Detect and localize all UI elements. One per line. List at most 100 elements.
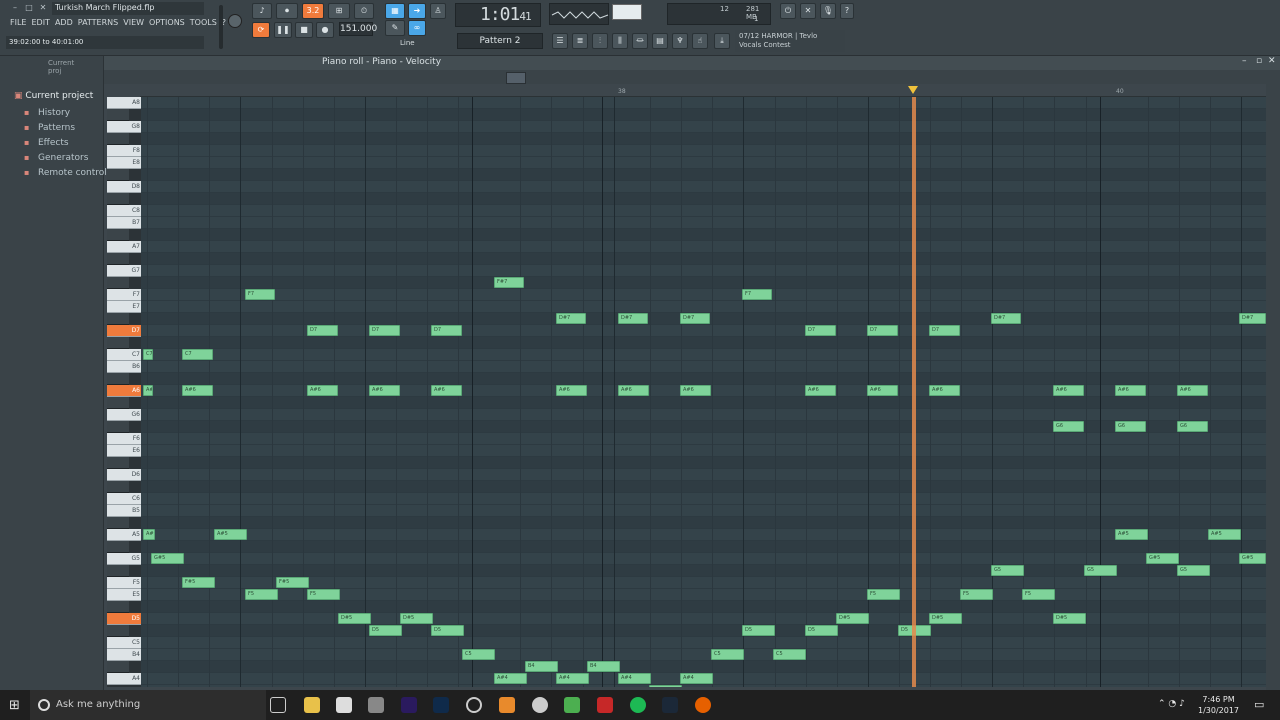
piano-key[interactable]: · [107, 337, 129, 349]
piano-key[interactable]: E7 [107, 301, 141, 313]
note[interactable]: F#5 [276, 577, 309, 588]
note[interactable]: G6 [1177, 421, 1208, 432]
piano-roll-path[interactable]: Piano roll - Piano - Velocity [322, 57, 441, 67]
note[interactable]: D7 [431, 325, 462, 336]
piano-key[interactable]: · [107, 193, 129, 205]
note[interactable]: D#7 [991, 313, 1021, 324]
note[interactable]: F5 [960, 589, 993, 600]
note[interactable]: D7 [369, 325, 400, 336]
note[interactable]: D#5 [836, 613, 869, 624]
browser-root[interactable]: ▣ Current project [14, 91, 93, 101]
note[interactable]: G5 [991, 565, 1024, 576]
pattern-selector[interactable]: Pattern 2 [457, 33, 543, 49]
piano-key[interactable]: C5 [107, 637, 141, 649]
minimize-window-icon[interactable]: – [1242, 56, 1247, 66]
midi-icon[interactable]: ▦ [385, 3, 405, 19]
note[interactable]: D#7 [618, 313, 648, 324]
piano-key[interactable]: · [107, 541, 129, 553]
note[interactable]: A#4 [494, 673, 527, 684]
note[interactable]: F5 [1022, 589, 1055, 600]
menu-tools[interactable]: TOOLS [190, 18, 217, 31]
note[interactable]: D#5 [929, 613, 962, 624]
piano-key[interactable]: · [107, 397, 129, 409]
piano-key[interactable]: B6 [107, 361, 141, 373]
pause-button[interactable]: ❚❚ [274, 22, 292, 38]
tempo-display[interactable]: 151.000 [339, 22, 377, 36]
piano-key[interactable]: E5 [107, 589, 141, 601]
note[interactable]: C5 [711, 649, 744, 660]
notifications-icon[interactable]: ▭ [1254, 698, 1264, 711]
note[interactable]: G6 [1053, 421, 1084, 432]
piano-key[interactable]: C8 [107, 205, 141, 217]
metronome-icon[interactable]: ♙ [430, 3, 446, 19]
note[interactable]: A#6 [929, 385, 960, 396]
note[interactable]: D7 [307, 325, 338, 336]
note[interactable]: A#6 [1115, 385, 1146, 396]
piano-key[interactable]: D7 [107, 325, 141, 337]
search-box[interactable]: Ask me anything [30, 690, 266, 720]
download-icon[interactable]: ⤓ [714, 33, 730, 49]
note[interactable]: G#5 [151, 553, 184, 564]
playlist-icon[interactable]: ☰ [552, 33, 568, 49]
menu-add[interactable]: ADD [55, 18, 73, 31]
loop-icon[interactable]: ⟳ [252, 22, 270, 38]
cortana-icon[interactable] [38, 699, 50, 711]
note[interactable]: A#6 [805, 385, 836, 396]
touch-icon[interactable]: ☝ [692, 33, 708, 49]
step-edit-icon[interactable]: ➜ [408, 3, 426, 19]
piano-key[interactable]: F5 [107, 577, 141, 589]
note[interactable]: D5 [431, 625, 464, 636]
note[interactable]: D5 [369, 625, 402, 636]
piano-key[interactable]: B5 [107, 505, 141, 517]
piano-key[interactable]: · [107, 373, 129, 385]
note[interactable]: D7 [867, 325, 898, 336]
note[interactable]: G#5 [1146, 553, 1179, 564]
close-icon[interactable]: ✕ [38, 3, 48, 13]
store-icon[interactable] [336, 697, 352, 713]
note[interactable]: A#6 [867, 385, 898, 396]
note[interactable]: D5 [805, 625, 838, 636]
note[interactable]: G6 [1115, 421, 1146, 432]
piano-key[interactable]: A7 [107, 241, 141, 253]
note[interactable]: A#6 [182, 385, 213, 396]
note[interactable]: C7 [182, 349, 213, 360]
note[interactable]: A#6 [618, 385, 649, 396]
piano-key[interactable]: G7 [107, 265, 141, 277]
steam-icon[interactable] [662, 697, 678, 713]
clock[interactable]: 7:46 PM 1/30/2017 [1198, 694, 1239, 716]
note-grid[interactable]: F7 F#7 F7 D#7 D#7 D#7 D#7 D#7 D7 D7 D7 D7 D7 D7 C7 C7 A#… [141, 97, 1266, 687]
note[interactable]: C5 [462, 649, 495, 660]
note[interactable]: A4 [649, 685, 682, 687]
piano-key[interactable]: · [107, 661, 129, 673]
note[interactable]: A#5 [1115, 529, 1148, 540]
note[interactable]: F7 [245, 289, 275, 300]
piano-key[interactable]: · [107, 565, 129, 577]
piano-key[interactable]: C6 [107, 493, 141, 505]
song-mode-button[interactable]: ♪ [252, 3, 272, 19]
piano-key[interactable]: · [107, 313, 129, 325]
record-button[interactable]: ● [316, 22, 334, 38]
master-volume-slider[interactable] [219, 5, 223, 49]
piano-key[interactable]: D6 [107, 469, 141, 481]
piano-key[interactable]: D8 [107, 181, 141, 193]
explorer-icon[interactable] [304, 697, 320, 713]
fl-studio-icon[interactable] [499, 697, 515, 713]
note[interactable]: A#5 [1208, 529, 1241, 540]
note[interactable]: A#4 [618, 673, 651, 684]
note[interactable]: D#5 [338, 613, 371, 624]
piano-key[interactable]: E8 [107, 157, 141, 169]
piano-key[interactable]: · [107, 517, 129, 529]
piano-key[interactable]: · [107, 229, 129, 241]
app5-icon[interactable] [597, 697, 613, 713]
note[interactable]: A#6 [556, 385, 587, 396]
piano-key[interactable]: A6 [107, 385, 141, 397]
note[interactable]: F5 [245, 589, 278, 600]
piano-roll-icon[interactable]: ≣ [572, 33, 588, 49]
piano-key[interactable]: B4 [107, 649, 141, 661]
spotify-icon[interactable] [630, 697, 646, 713]
piano-key[interactable]: G6 [107, 409, 141, 421]
note[interactable]: C5 [773, 649, 806, 660]
note[interactable]: D7 [929, 325, 960, 336]
note[interactable]: D#7 [556, 313, 586, 324]
piano-key[interactable]: A8 [107, 97, 141, 109]
